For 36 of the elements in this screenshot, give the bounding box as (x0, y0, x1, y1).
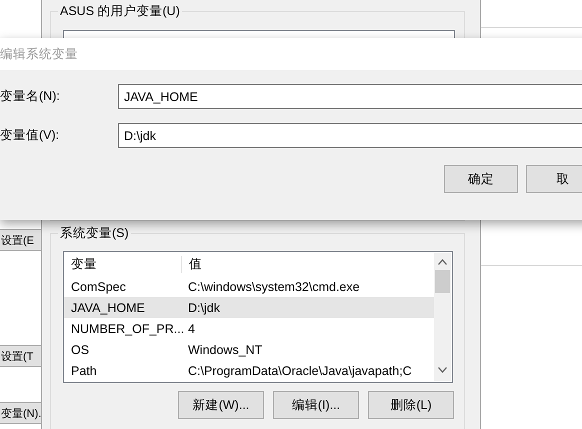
table-cell-text: 4 (187, 322, 195, 336)
table-cell-text: NUMBER_OF_PR... (70, 322, 181, 336)
group-title: 系统变量(S) (58, 225, 131, 242)
table-cell-text: OS (70, 342, 90, 356)
scroll-up-icon[interactable] (438, 259, 447, 265)
settings-button[interactable]: 变量(N). (0, 402, 41, 424)
dialog-title: 编辑系统变量 (0, 46, 78, 62)
field-label: 变量名(N): (0, 88, 61, 105)
action-button[interactable]: 新建(W)... (178, 391, 264, 419)
field-label: 变量值(V): (0, 127, 60, 144)
scrollbar[interactable] (434, 253, 451, 381)
settings-button[interactable]: 设置(T (0, 345, 41, 367)
table-cell-text: C:\windows\system32\cmd.exe (187, 280, 360, 294)
table-cell-text: D:\jdk (187, 300, 220, 314)
action-button[interactable]: 编辑(I)... (273, 391, 359, 419)
settings-button[interactable]: 设置(E (0, 229, 41, 251)
table-row[interactable]: NUMBER_OF_PR... 4 (64, 318, 435, 339)
scroll-down-icon[interactable] (438, 367, 447, 373)
table-row[interactable]: Path C:\ProgramData\Oracle\Java\javapath;C (64, 360, 435, 381)
dialog-button[interactable]: 确定 (444, 165, 518, 193)
table-cell-text: Path (70, 364, 98, 378)
table-cell-text: JAVA_HOME (70, 300, 146, 314)
table-cell-text: Windows_NT (187, 342, 262, 356)
action-button[interactable]: 删除(L) (368, 391, 454, 419)
table-row[interactable]: ComSpec C:\windows\system32\cmd.exe (64, 276, 435, 297)
input-field[interactable]: JAVA_HOME (118, 84, 582, 109)
input-field[interactable]: D:\jdk (118, 123, 582, 148)
column-header[interactable]: 变量 (64, 256, 182, 272)
table-cell-text: C:\ProgramData\Oracle\Java\javapath;C (187, 364, 412, 378)
dialog-button[interactable]: 取 (526, 165, 582, 193)
table-row[interactable]: JAVA_HOME D:\jdk (64, 297, 435, 318)
group-title: ASUS 的用户变量(U) (58, 3, 182, 20)
scroll-thumb[interactable] (435, 270, 450, 293)
column-header[interactable]: 值 (182, 256, 202, 272)
table-row[interactable]: OS Windows_NT (64, 339, 435, 360)
table-cell-text: ComSpec (70, 280, 127, 294)
